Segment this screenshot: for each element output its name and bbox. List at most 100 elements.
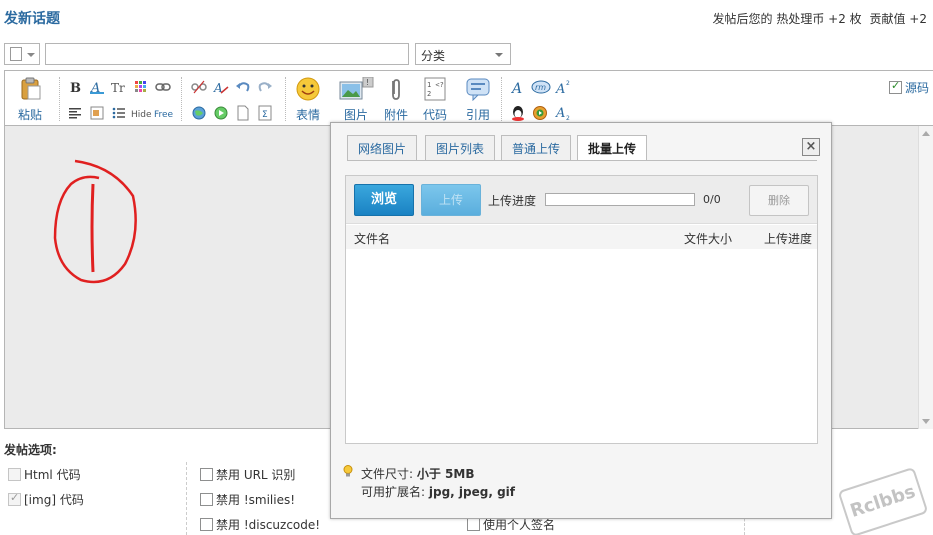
use-signature-checkbox[interactable] — [467, 518, 480, 531]
page-title: 发新话题 — [4, 11, 60, 27]
options-divider — [186, 462, 187, 535]
code-icon: 1 <? 2 — [424, 77, 446, 101]
html-code-label: Html 代码 — [24, 468, 81, 482]
link-icon[interactable] — [155, 79, 171, 95]
tab-batch-upload[interactable]: 批量上传 — [577, 135, 648, 161]
code-button[interactable]: 1 <? 2 代码 — [422, 77, 448, 123]
option-html-code[interactable]: Html 代码 — [8, 466, 81, 483]
image-button[interactable]: ! 图片 — [338, 76, 374, 123]
paste-label: 粘贴 — [17, 108, 42, 122]
code-label: 代码 — [422, 108, 447, 122]
qq-icon[interactable] — [510, 105, 526, 121]
extension-tip: 可用扩展名: jpg, jpeg, gif — [361, 483, 515, 500]
lightbulb-icon — [343, 465, 353, 477]
subject-input[interactable] — [45, 43, 409, 65]
paste-button[interactable]: 粘贴 — [17, 77, 43, 123]
quote-icon — [466, 78, 490, 102]
disable-url-checkbox[interactable] — [200, 468, 213, 481]
align-left-icon[interactable] — [67, 105, 83, 121]
delete-button[interactable]: 删除 — [749, 185, 809, 216]
media-icon[interactable] — [213, 105, 229, 121]
disable-smilies-checkbox[interactable] — [200, 493, 213, 506]
svg-text:2: 2 — [427, 90, 431, 98]
reward-text: 发帖后您的 热处理币 +2 枚 — [712, 12, 862, 26]
clipboard-icon — [21, 77, 41, 100]
option-disable-discuzcode[interactable]: 禁用 !discuzcode! — [200, 516, 320, 533]
subscript-icon[interactable]: A2 — [555, 105, 571, 121]
file-size-tip-label: 文件尺寸: — [361, 467, 414, 481]
paperclip-icon — [392, 79, 400, 100]
post-type-select[interactable] — [4, 43, 40, 65]
chevron-down-icon — [27, 53, 35, 57]
float-image-icon[interactable] — [89, 105, 105, 121]
video-icon[interactable] — [532, 105, 548, 121]
font-style-icon[interactable]: A — [510, 79, 526, 95]
redo-icon[interactable] — [257, 79, 273, 95]
img-code-checkbox[interactable] — [8, 491, 21, 506]
contribution-text: 贡献值 +2 — [869, 12, 927, 26]
free-icon[interactable]: Free — [154, 105, 176, 121]
watermark-logo: Rclbbs — [837, 466, 929, 535]
formula-icon[interactable]: Σ — [257, 105, 273, 121]
undo-icon[interactable] — [235, 79, 251, 95]
extension-tip-label: 可用扩展名: — [361, 485, 426, 499]
emoticon-label: 表情 — [295, 108, 320, 122]
svg-text:A: A — [555, 106, 565, 121]
quote-label: 引用 — [465, 108, 490, 122]
tab-underline — [347, 160, 817, 161]
close-button[interactable]: × — [802, 138, 820, 156]
tab-normal-upload[interactable]: 普通上传 — [501, 135, 572, 160]
attachment-button[interactable]: 附件 — [383, 77, 409, 123]
progress-bar — [545, 193, 695, 206]
svg-text:Tr: Tr — [111, 81, 125, 95]
disable-discuzcode-checkbox[interactable] — [200, 518, 213, 531]
color-grid-icon[interactable] — [133, 79, 149, 95]
post-options-title: 发帖选项: — [4, 443, 57, 457]
editor-toolbar: 粘贴 B A Tr Hide Free A Σ 表情 ! 图片 附件 1 <? … — [4, 70, 933, 126]
file-list-header: 文件名 文件大小 上传进度 — [346, 225, 817, 249]
scroll-up-icon[interactable] — [922, 131, 930, 136]
upload-controls: 浏览 上传 上传进度 0/0 删除 — [346, 176, 817, 224]
rm-icon[interactable]: rm — [531, 79, 551, 95]
font-size-icon[interactable]: Tr — [111, 79, 127, 95]
superscript-icon[interactable]: A2 — [555, 79, 571, 95]
clear-format-icon[interactable]: A — [213, 79, 229, 95]
source-checkbox[interactable] — [888, 79, 902, 94]
batch-upload-panel: 浏览 上传 上传进度 0/0 删除 文件名 文件大小 上传进度 — [345, 175, 818, 444]
reward-info: 发帖后您的 热处理币 +2 枚 贡献值 +2 — [709, 10, 927, 27]
font-color-icon[interactable]: A — [89, 79, 105, 95]
browse-button[interactable]: 浏览 — [354, 184, 414, 216]
quote-button[interactable]: 引用 — [465, 77, 491, 123]
toolbar-separator — [59, 77, 60, 121]
unlink-icon[interactable] — [191, 79, 207, 95]
html-code-checkbox[interactable] — [8, 468, 21, 481]
category-select[interactable]: 分类 — [415, 43, 511, 65]
globe-icon[interactable] — [191, 105, 207, 121]
hide-icon[interactable]: Hide — [131, 105, 153, 121]
svg-text:2: 2 — [566, 80, 570, 87]
smiley-icon — [296, 77, 320, 101]
blank-page-icon[interactable] — [235, 105, 251, 121]
toolbar-separator — [501, 77, 502, 121]
option-disable-url[interactable]: 禁用 URL 识别 — [200, 466, 295, 483]
red-annotation-drawing — [53, 159, 137, 284]
img-code-label: [img] 代码 — [24, 493, 84, 507]
col-progress: 上传进度 — [764, 232, 813, 246]
svg-text:B: B — [70, 81, 81, 95]
upload-button[interactable]: 上传 — [421, 184, 481, 216]
option-disable-smilies[interactable]: 禁用 !smilies! — [200, 491, 295, 508]
source-mode-toggle[interactable]: 源码 — [888, 79, 929, 96]
upload-dialog: 网络图片 图片列表 普通上传 批量上传 × 浏览 上传 上传进度 0/0 删除 … — [330, 122, 832, 519]
svg-text:A: A — [510, 81, 522, 95]
option-img-code[interactable]: [img] 代码 — [8, 491, 84, 508]
svg-text:2: 2 — [566, 115, 570, 121]
tab-web-image[interactable]: 网络图片 — [347, 135, 418, 160]
emoticon-button[interactable]: 表情 — [295, 77, 321, 123]
disable-url-label: 禁用 URL 识别 — [216, 468, 296, 482]
bold-icon[interactable]: B — [67, 79, 83, 95]
list-icon[interactable] — [111, 105, 127, 121]
svg-text:rm: rm — [535, 83, 546, 92]
editor-scrollbar[interactable] — [918, 126, 933, 429]
tab-image-list[interactable]: 图片列表 — [425, 135, 496, 160]
scroll-down-icon[interactable] — [922, 419, 930, 424]
